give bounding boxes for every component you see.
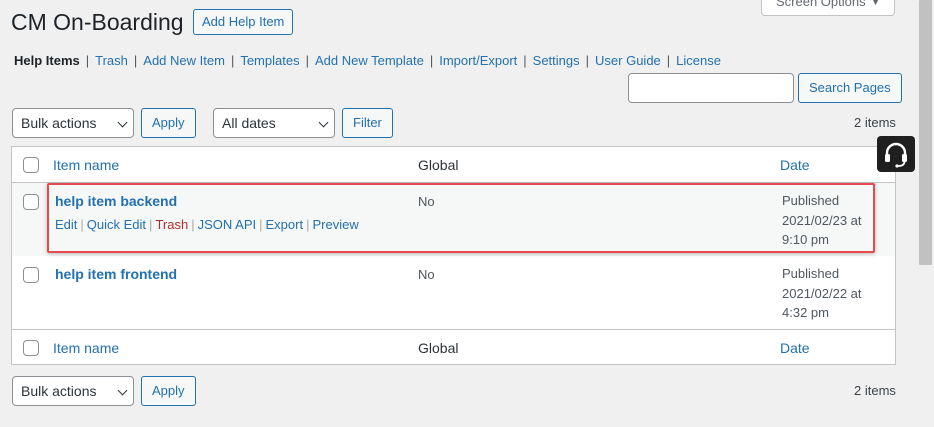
column-item-name[interactable]: Item name [53,339,119,357]
bulk-actions-value: Bulk actions [21,383,97,399]
nav-add-new-template[interactable]: Add New Template [315,53,424,68]
column-global: Global [418,157,459,173]
headset-icon[interactable] [877,136,915,172]
nav-add-new-item[interactable]: Add New Item [143,53,225,68]
screen-options-toggle[interactable]: Screen Options ▼ [761,0,895,16]
apply-button-top[interactable]: Apply [141,108,196,138]
items-table: Item name Global Date help item backend … [11,146,896,365]
scrollbar-thumb[interactable] [919,0,932,265]
global-value: No [418,267,435,282]
select-all-checkbox-footer[interactable] [23,340,39,356]
column-date[interactable]: Date [780,339,810,357]
column-item-name[interactable]: Item name [53,156,119,174]
chevron-down-icon [117,385,128,396]
nav-templates[interactable]: Templates [240,53,299,68]
add-help-item-button[interactable]: Add Help Item [193,9,294,35]
bulk-actions-select-bottom[interactable]: Bulk actions [12,376,134,406]
nav-trash[interactable]: Trash [95,53,128,68]
highlight-box [47,183,875,253]
column-global: Global [418,340,459,356]
items-count-top: 2 items [854,115,896,130]
select-all-checkbox[interactable] [23,157,39,173]
filter-button[interactable]: Filter [342,108,393,138]
search-input[interactable] [628,73,794,103]
sub-navigation: Help Items | Trash | Add New Item | Templates |… [14,53,721,68]
row-title-link[interactable]: help item frontend [55,265,177,283]
bulk-actions-value: Bulk actions [21,115,97,131]
dates-filter-select[interactable]: All dates [213,108,335,138]
column-date[interactable]: Date [780,156,810,174]
apply-button-bottom[interactable]: Apply [141,376,196,406]
dates-filter-value: All dates [222,115,276,131]
search-pages-button[interactable]: Search Pages [798,73,902,103]
bulk-actions-select-top[interactable]: Bulk actions [12,108,134,138]
screen-options-label: Screen Options [776,0,866,9]
nav-user-guide[interactable]: User Guide [595,53,661,68]
nav-settings[interactable]: Settings [533,53,580,68]
page-title: CM On-Boarding [11,9,184,35]
table-header: Item name Global Date [12,147,895,183]
chevron-down-icon [117,117,128,128]
date-value: Published 2021/02/22 at 4:32 pm [782,266,862,320]
table-footer: Item name Global Date [12,329,895,365]
table-row: help item frontend No Published 2021/02/… [12,256,895,329]
chevron-down-icon [318,117,329,128]
nav-import-export[interactable]: Import/Export [439,53,517,68]
items-count-bottom: 2 items [854,383,896,398]
row-checkbox[interactable] [23,267,39,283]
row-checkbox[interactable] [23,194,39,210]
caret-down-icon: ▼ [871,0,880,7]
nav-license[interactable]: License [676,53,721,68]
vertical-scrollbar[interactable] [917,0,934,427]
nav-help-items[interactable]: Help Items [14,53,80,68]
